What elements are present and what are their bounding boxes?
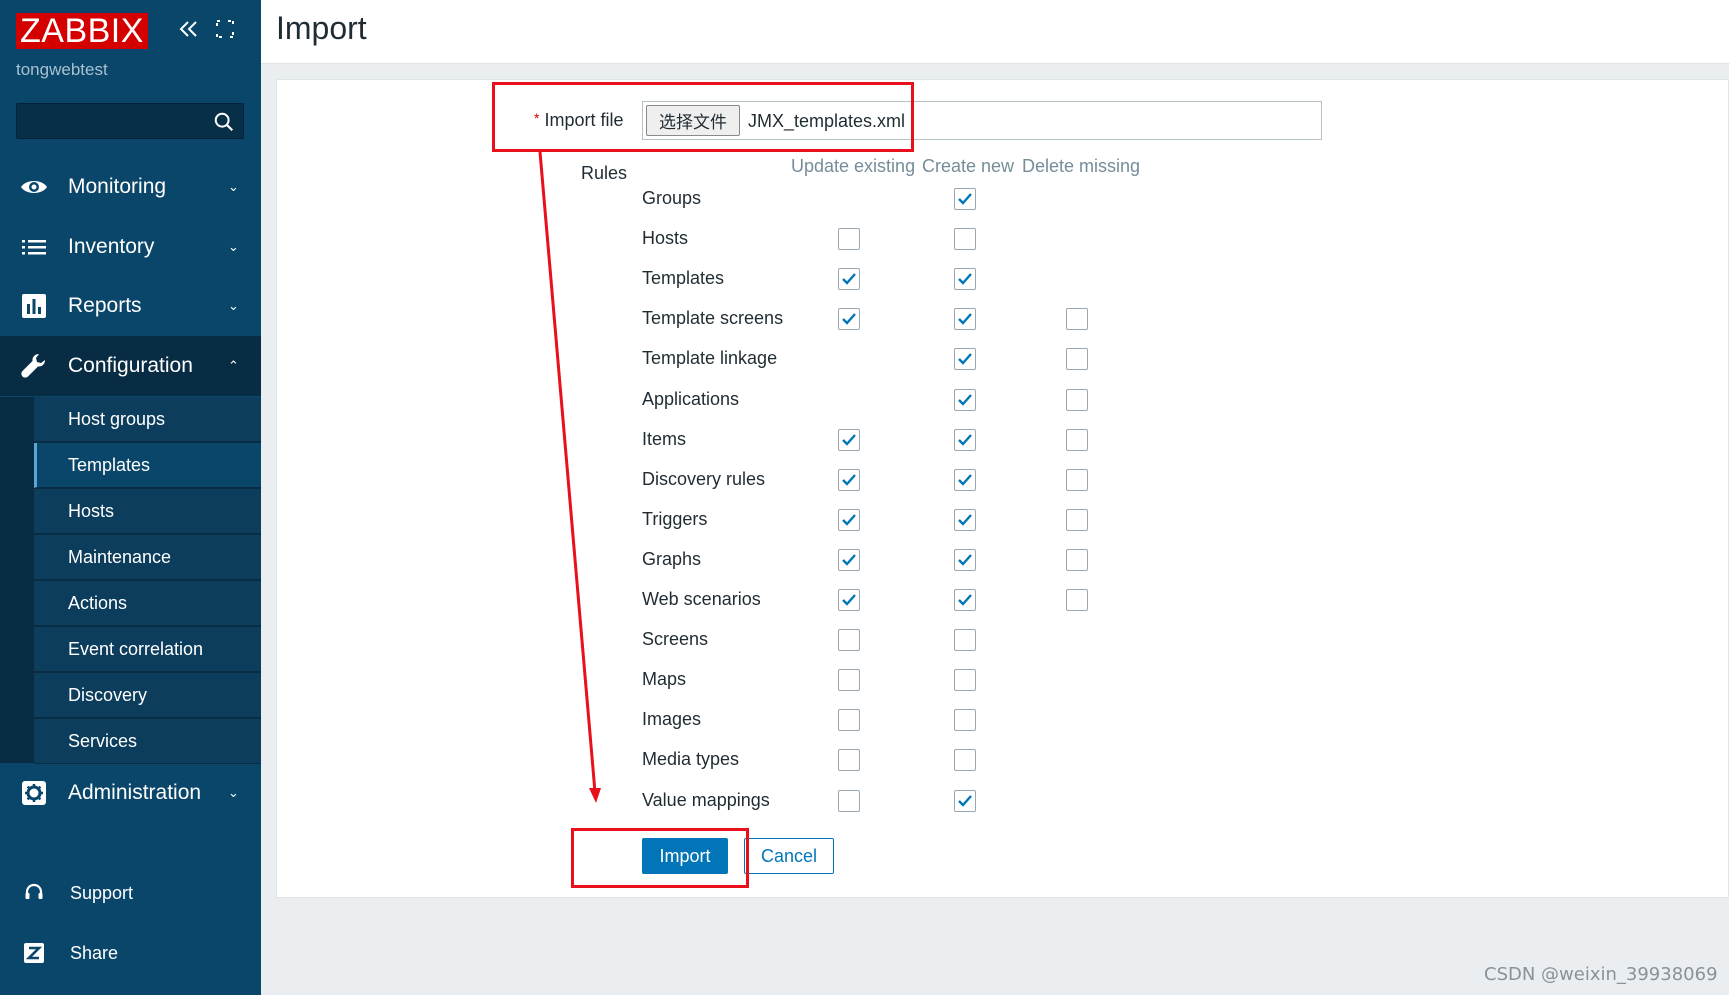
collapse-sidebar-icon[interactable] bbox=[177, 17, 201, 47]
rule-name-maps: Maps bbox=[642, 669, 687, 690]
rule-name-groups: Groups bbox=[642, 188, 702, 208]
page-title: Import bbox=[276, 10, 367, 46]
rule-name-template-linkage: Template linkage bbox=[642, 348, 778, 369]
checkbox-create-maps[interactable] bbox=[954, 669, 976, 692]
rule-row-template-linkage: Template linkage bbox=[0, 339, 1400, 379]
checkbox-delete-discovery-rules[interactable] bbox=[1066, 468, 1088, 491]
rule-name-template-screens: Template screens bbox=[642, 308, 784, 329]
server-name: tongwebtest bbox=[16, 60, 108, 79]
rule-row-templates: Templates bbox=[0, 259, 1400, 299]
headset-icon bbox=[25, 883, 43, 899]
checkbox-delete-triggers[interactable] bbox=[1066, 508, 1088, 531]
checkbox-create-images[interactable] bbox=[954, 709, 976, 732]
rule-name-triggers: Triggers bbox=[642, 508, 708, 529]
cancel-button[interactable]: Cancel bbox=[744, 838, 834, 874]
checkbox-delete-template-screens[interactable] bbox=[1066, 308, 1088, 331]
nav-share[interactable]: Share bbox=[0, 928, 261, 978]
rule-row-discovery-rules: Discovery rules bbox=[0, 460, 1400, 500]
checkbox-delete-template-linkage[interactable] bbox=[1066, 348, 1088, 371]
nav-share-label: Share bbox=[70, 942, 119, 963]
rule-row-value-mappings: Value mappings bbox=[0, 781, 1400, 821]
checkbox-update-hosts[interactable] bbox=[838, 228, 860, 251]
checkbox-create-graphs[interactable] bbox=[954, 548, 976, 571]
nav-support[interactable]: Support bbox=[0, 868, 261, 918]
rule-row-images: Images bbox=[0, 700, 1400, 740]
checkbox-update-items[interactable] bbox=[838, 428, 860, 451]
checkbox-create-discovery-rules[interactable] bbox=[954, 468, 976, 491]
rule-row-groups: Groups bbox=[0, 179, 1400, 219]
rule-name-images: Images bbox=[642, 709, 702, 730]
checkbox-update-media-types[interactable] bbox=[838, 749, 860, 772]
rule-row-media-types: Media types bbox=[0, 740, 1400, 780]
rule-name-web-scenarios: Web scenarios bbox=[642, 589, 761, 609]
search-input[interactable] bbox=[17, 104, 207, 138]
col-delete-missing: Delete missing bbox=[1022, 156, 1141, 176]
rule-row-triggers: Triggers bbox=[0, 500, 1400, 540]
checkbox-delete-web-scenarios[interactable] bbox=[1066, 589, 1088, 611]
checkbox-delete-graphs[interactable] bbox=[1066, 548, 1088, 571]
checkbox-create-screens[interactable] bbox=[954, 629, 976, 652]
checkbox-create-groups[interactable] bbox=[954, 188, 976, 210]
rule-row-graphs: Graphs bbox=[0, 540, 1400, 580]
checkbox-create-applications[interactable] bbox=[954, 388, 976, 411]
checkbox-update-discovery-rules[interactable] bbox=[838, 468, 860, 491]
rule-row-hosts: Hosts bbox=[0, 219, 1400, 259]
checkbox-update-value-mappings[interactable] bbox=[838, 789, 860, 812]
rule-name-graphs: Graphs bbox=[642, 548, 702, 569]
rule-row-maps: Maps bbox=[0, 660, 1400, 700]
checkbox-create-items[interactable] bbox=[954, 428, 976, 451]
checkbox-create-web-scenarios[interactable] bbox=[954, 589, 976, 611]
annotation-box-import-file bbox=[492, 82, 914, 152]
checkbox-update-templates[interactable] bbox=[838, 268, 860, 291]
checkbox-update-graphs[interactable] bbox=[838, 548, 860, 571]
checkbox-update-triggers[interactable] bbox=[838, 508, 860, 531]
checkbox-create-media-types[interactable] bbox=[954, 749, 976, 772]
rule-name-screens: Screens bbox=[642, 629, 709, 650]
checkbox-delete-applications[interactable] bbox=[1066, 388, 1088, 411]
rule-name-items: Items bbox=[642, 428, 687, 449]
search-icon[interactable] bbox=[213, 111, 235, 133]
search-box bbox=[16, 103, 244, 139]
page-header: Import bbox=[261, 0, 1729, 64]
rule-row-web-scenarios: Web scenarios bbox=[0, 580, 1400, 620]
checkbox-update-maps[interactable] bbox=[838, 669, 860, 692]
rule-row-items: Items bbox=[0, 420, 1400, 460]
rule-row-applications: Applications bbox=[0, 380, 1400, 420]
checkbox-create-template-linkage[interactable] bbox=[954, 348, 976, 371]
rule-name-discovery-rules: Discovery rules bbox=[642, 468, 766, 489]
checkbox-create-template-screens[interactable] bbox=[954, 308, 976, 331]
annotation-box-import-button bbox=[571, 828, 749, 888]
rule-name-value-mappings: Value mappings bbox=[642, 789, 770, 810]
checkbox-create-value-mappings[interactable] bbox=[954, 789, 976, 812]
zabbix-logo[interactable]: ZABBIX bbox=[16, 13, 148, 49]
col-update-existing: Update existing bbox=[791, 156, 916, 176]
rule-name-media-types: Media types bbox=[642, 749, 740, 770]
checkbox-create-hosts[interactable] bbox=[954, 228, 976, 251]
rule-name-applications: Applications bbox=[642, 388, 740, 409]
nav-support-label: Support bbox=[70, 882, 134, 903]
rule-name-templates: Templates bbox=[642, 268, 725, 289]
watermark: CSDN @weixin_39938069 bbox=[1484, 964, 1718, 985]
col-create-new: Create new bbox=[922, 156, 1015, 176]
kiosk-mode-icon[interactable] bbox=[213, 17, 237, 47]
rule-row-screens: Screens bbox=[0, 620, 1400, 660]
rule-name-hosts: Hosts bbox=[642, 228, 689, 249]
checkbox-create-templates[interactable] bbox=[954, 268, 976, 291]
checkbox-create-triggers[interactable] bbox=[954, 508, 976, 531]
checkbox-update-web-scenarios[interactable] bbox=[838, 589, 860, 611]
share-z-icon bbox=[24, 943, 44, 963]
checkbox-delete-items[interactable] bbox=[1066, 428, 1088, 451]
checkbox-update-screens[interactable] bbox=[838, 629, 860, 652]
rule-row-template-screens: Template screens bbox=[0, 299, 1400, 339]
checkbox-update-images[interactable] bbox=[838, 709, 860, 732]
checkbox-update-template-screens[interactable] bbox=[838, 308, 860, 331]
